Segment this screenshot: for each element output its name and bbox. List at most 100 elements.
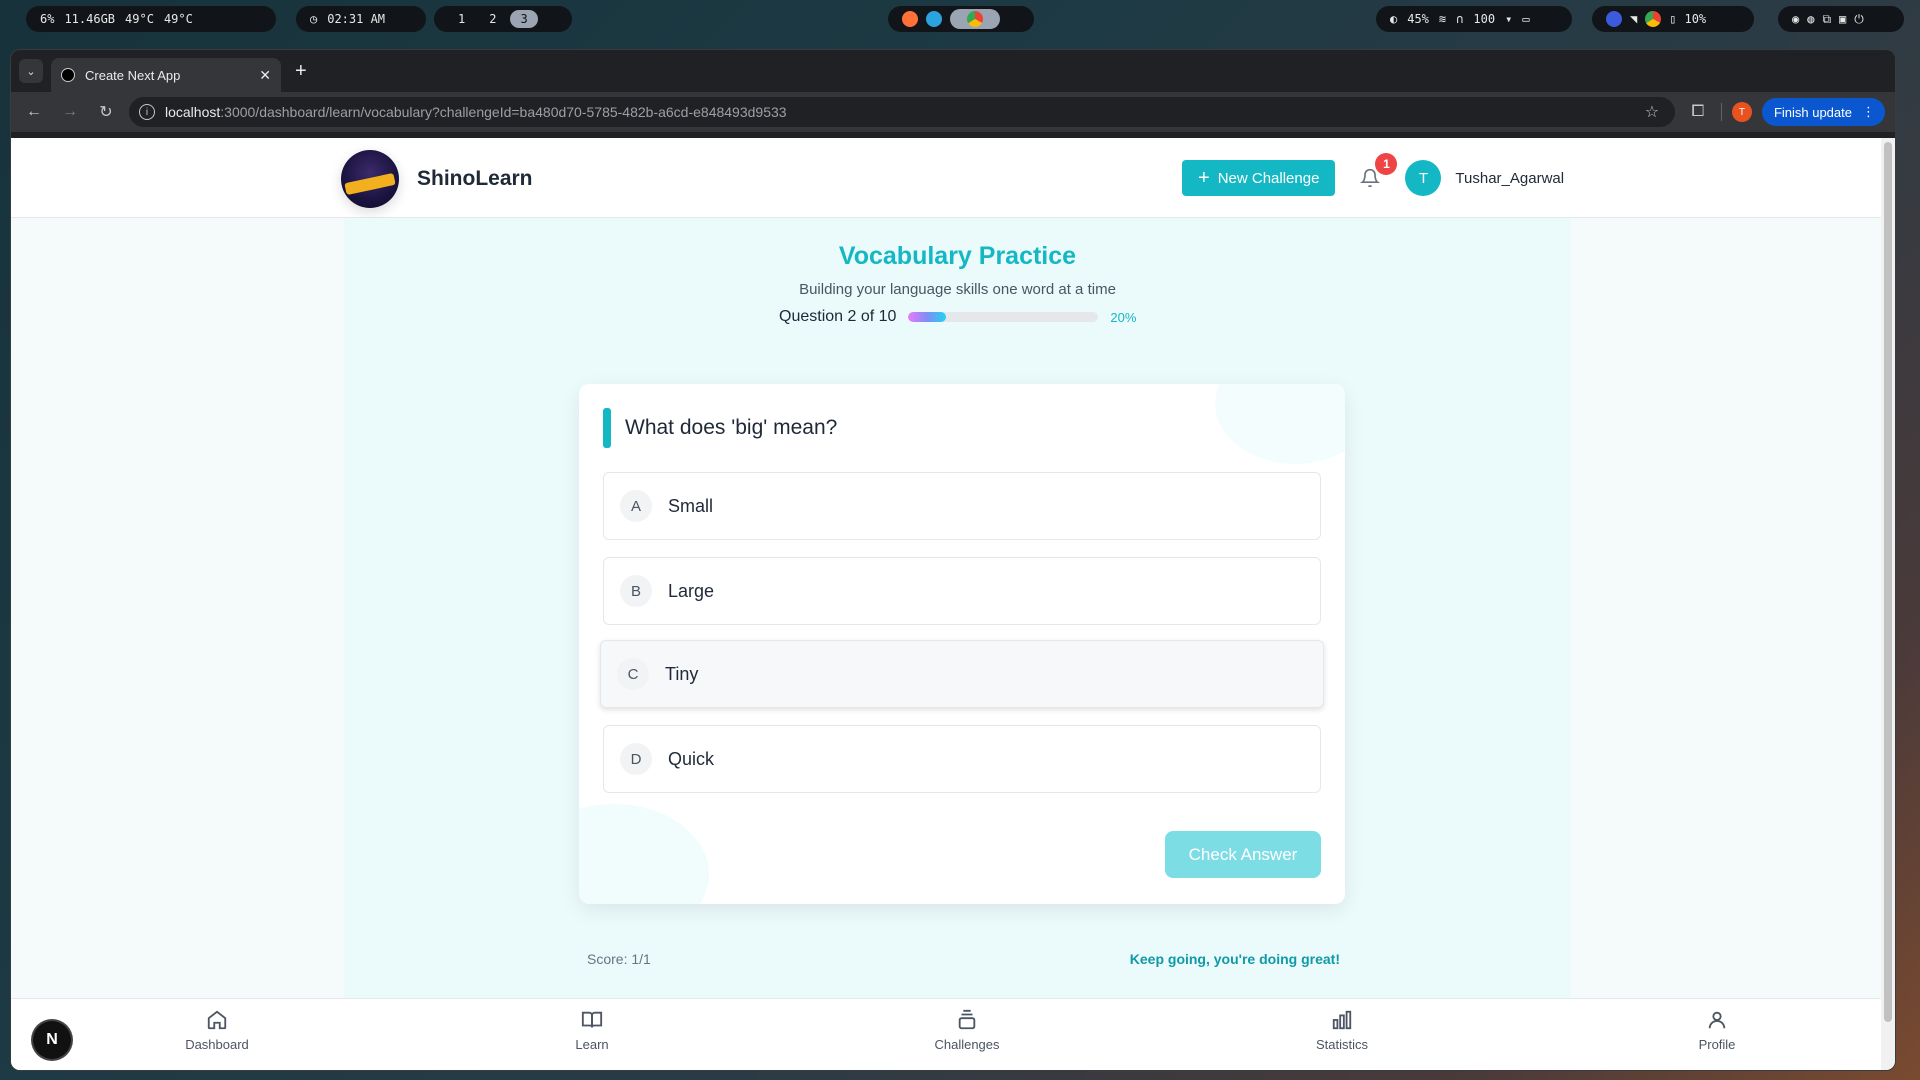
- option-text: Large: [668, 580, 715, 601]
- plus-icon: +: [1198, 166, 1210, 189]
- option-letter: D: [620, 743, 652, 775]
- option-c[interactable]: C Tiny: [600, 640, 1324, 708]
- chrome-tray-icon[interactable]: [1645, 11, 1662, 27]
- browser-toolbar: ← → ↻ i localhost:3000/dashboard/learn/v…: [11, 92, 1895, 132]
- forward-icon[interactable]: →: [57, 103, 83, 121]
- header-actions: + New Challenge 1 T Tushar_Agarwal: [1182, 153, 1564, 196]
- wifi-icon: ≋: [1438, 12, 1447, 26]
- battery-icon: ▯: [1669, 12, 1677, 26]
- clock-icon: ◷: [310, 12, 318, 26]
- more-vert-icon: ⋮: [1862, 104, 1875, 119]
- page-viewport: ShinoLearn + New Challenge 1 T Tushar_Ag…: [11, 138, 1895, 1070]
- keyboard-icon: ▭: [1522, 12, 1530, 26]
- new-tab-button[interactable]: +: [289, 60, 313, 83]
- page-title: Vocabulary Practice: [838, 242, 1077, 270]
- question-text: What does 'big' mean?: [625, 416, 838, 439]
- workspace-3[interactable]: 3: [510, 10, 538, 28]
- extensions-icon[interactable]: ⧠: [1685, 103, 1711, 121]
- site-info-icon[interactable]: i: [139, 104, 155, 120]
- workspace-1[interactable]: 1: [448, 10, 475, 28]
- tab-title: Create Next App: [85, 67, 181, 83]
- nextjs-dev-indicator[interactable]: N: [33, 1021, 71, 1059]
- question-accent: [603, 408, 611, 448]
- browser-window: ⌄ Create Next App ✕ + ← → ↻ i localhost:…: [10, 49, 1896, 1071]
- telegram-icon[interactable]: [926, 11, 942, 27]
- system-tray[interactable]: ◐ 45% ≋ ∩ 100 ▾ ▭: [1376, 6, 1572, 32]
- app-header: ShinoLearn + New Challenge 1 T Tushar_Ag…: [11, 138, 1881, 218]
- option-d[interactable]: D Quick: [603, 725, 1321, 793]
- option-a[interactable]: A Small: [603, 472, 1321, 540]
- cpu-stat: 6%: [40, 12, 55, 26]
- browser-tab[interactable]: Create Next App ✕: [51, 58, 281, 92]
- option-b[interactable]: B Large: [603, 557, 1321, 625]
- notifications-button[interactable]: 1: [1357, 153, 1398, 191]
- reload-icon[interactable]: ↻: [93, 102, 119, 122]
- card-decoration: [579, 804, 709, 904]
- option-text: Quick: [668, 748, 715, 769]
- home-icon: [207, 1010, 227, 1030]
- chrome-app[interactable]: [950, 9, 1000, 29]
- url-text[interactable]: localhost:3000/dashboard/learn/vocabular…: [165, 104, 1629, 120]
- question: What does 'big' mean?: [603, 408, 837, 448]
- nav-label: Challenges: [934, 1037, 1000, 1052]
- nav-label: Profile: [1698, 1037, 1736, 1052]
- power-icon[interactable]: ⏻: [1854, 12, 1864, 27]
- taskbar-apps[interactable]: [888, 6, 1034, 32]
- progress-row: Question 2 of 10 20%: [779, 308, 1136, 326]
- progress-bar: [908, 312, 1099, 322]
- palette-icon[interactable]: ◍: [1807, 12, 1814, 26]
- mic-icon: ▾: [1505, 12, 1513, 26]
- power-menu[interactable]: ◉ ◍ ⧉ ▣ ⏻: [1778, 6, 1904, 32]
- user-icon: [1708, 1011, 1726, 1029]
- wifi-status-icon: ◥: [1630, 12, 1638, 26]
- back-icon[interactable]: ←: [21, 103, 47, 121]
- option-letter: C: [617, 658, 649, 690]
- user-name: Tushar_Agarwal: [1455, 169, 1565, 187]
- score-text: Score: 1/1: [587, 951, 651, 967]
- volume-value: 100: [1473, 12, 1496, 26]
- screenshot-icon[interactable]: ⧉: [1822, 12, 1831, 27]
- new-challenge-button[interactable]: + New Challenge: [1182, 160, 1336, 196]
- nav-challenges[interactable]: Challenges: [907, 1009, 1027, 1052]
- finish-update-label: Finish update: [1773, 104, 1852, 120]
- user-menu[interactable]: T Tushar_Agarwal: [1405, 160, 1564, 196]
- tray-status[interactable]: ◥ ▯ 10%: [1592, 6, 1754, 32]
- nav-statistics[interactable]: Statistics: [1282, 1009, 1402, 1052]
- card-decoration: [1215, 384, 1345, 464]
- clipboard-icon[interactable]: ▣: [1839, 12, 1846, 26]
- bluetooth-icon[interactable]: [1606, 11, 1622, 27]
- close-tab-icon[interactable]: ✕: [259, 67, 271, 84]
- option-letter: B: [620, 575, 652, 607]
- temp-stat: 49°C: [125, 12, 154, 26]
- temp-stat-2: 49°C: [163, 12, 193, 26]
- shinolearn-logo: [341, 150, 399, 208]
- brand[interactable]: ShinoLearn: [341, 150, 533, 208]
- notification-tray-icon[interactable]: ◉: [1792, 12, 1799, 26]
- url-path: :3000/dashboard/learn/vocabulary?challen…: [220, 104, 787, 120]
- bar-chart-icon: [1332, 1010, 1352, 1030]
- bottom-nav: Dashboard Learn Challenges Statistics Pr…: [11, 998, 1881, 1070]
- bookmark-star-icon[interactable]: ☆: [1639, 102, 1665, 122]
- profile-avatar[interactable]: T: [1731, 102, 1752, 122]
- headphones-icon: ∩: [1456, 12, 1464, 26]
- memory-stat: 11.46GB: [64, 12, 116, 26]
- nextjs-favicon-icon: [61, 68, 75, 82]
- address-bar[interactable]: i localhost:3000/dashboard/learn/vocabul…: [129, 97, 1675, 127]
- workspace-2[interactable]: 2: [479, 10, 506, 28]
- tab-search-button[interactable]: ⌄: [19, 59, 43, 83]
- toolbar-divider: [1720, 103, 1722, 121]
- check-answer-button[interactable]: Check Answer: [1165, 831, 1321, 878]
- nav-profile[interactable]: Profile: [1657, 1009, 1777, 1052]
- brand-name: ShinoLearn: [417, 167, 533, 190]
- nav-dashboard[interactable]: Dashboard: [157, 1009, 277, 1052]
- nav-label: Dashboard: [185, 1037, 249, 1052]
- nav-learn[interactable]: Learn: [532, 1009, 652, 1052]
- workspaces[interactable]: 1 2 3: [434, 6, 572, 32]
- chrome-icon: [967, 11, 983, 27]
- tab-strip: ⌄ Create Next App ✕ +: [11, 50, 1895, 92]
- page-scrollbar[interactable]: [1881, 138, 1895, 1070]
- nav-label: Learn: [575, 1037, 609, 1052]
- firefox-icon[interactable]: [902, 11, 918, 27]
- finish-update-button[interactable]: Finish update ⋮: [1761, 98, 1885, 126]
- scrollbar-thumb[interactable]: [1884, 142, 1892, 1022]
